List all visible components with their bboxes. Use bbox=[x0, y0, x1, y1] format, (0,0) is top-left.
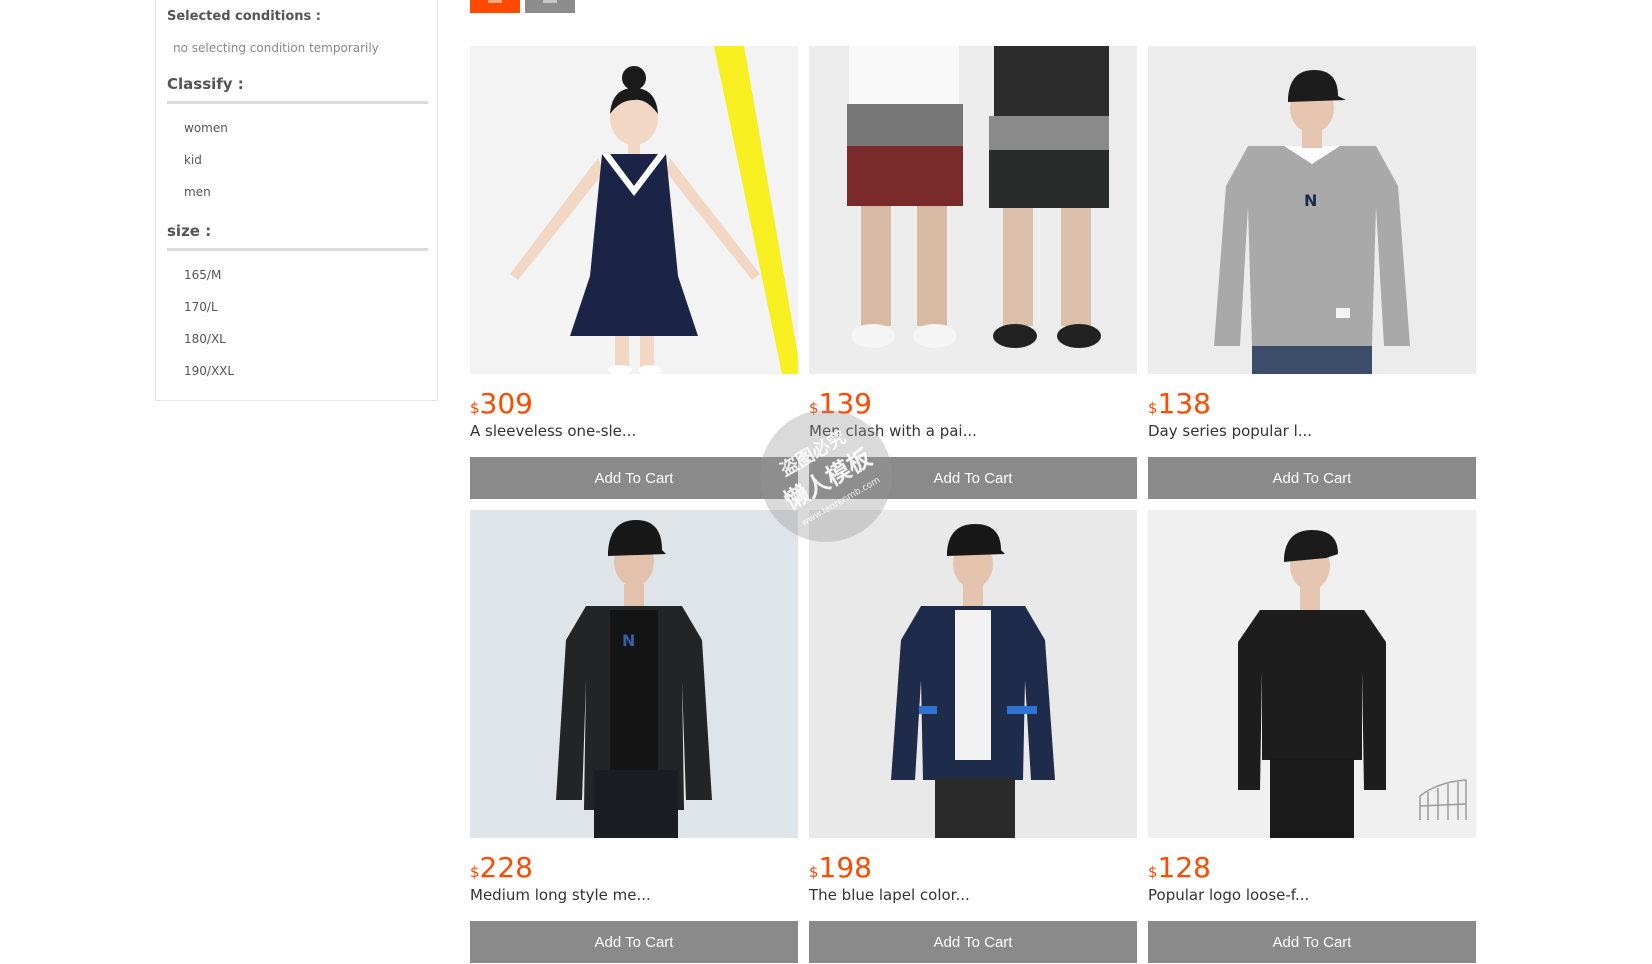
product-image-girl-dress[interactable] bbox=[470, 46, 798, 374]
classify-option-men[interactable]: men bbox=[184, 185, 211, 199]
sort-button-secondary[interactable] bbox=[525, 0, 575, 13]
add-to-cart-button[interactable]: Add To Cart bbox=[470, 457, 798, 499]
currency-symbol: $ bbox=[470, 863, 480, 881]
size-option-180xl[interactable]: 180/XL bbox=[184, 332, 226, 346]
filter-sidebar: Selected conditions : no selecting condi… bbox=[155, 0, 438, 401]
product-image-black-jacket[interactable]: N bbox=[470, 510, 798, 838]
currency-symbol: $ bbox=[1148, 399, 1158, 417]
product-price: $128 bbox=[1148, 851, 1211, 884]
price-value: 138 bbox=[1157, 387, 1211, 420]
sort-icon bbox=[543, 0, 557, 3]
add-to-cart-button[interactable]: Add To Cart bbox=[809, 457, 1137, 499]
currency-symbol: $ bbox=[470, 399, 480, 417]
svg-text:N: N bbox=[622, 631, 635, 650]
add-to-cart-button[interactable]: Add To Cart bbox=[1148, 457, 1476, 499]
size-title: size : bbox=[167, 222, 212, 240]
price-value: 309 bbox=[479, 387, 533, 420]
product-name[interactable]: A sleeveless one-sle... bbox=[470, 422, 636, 440]
product-name[interactable]: Popular logo loose-f... bbox=[1148, 886, 1309, 904]
classify-divider bbox=[167, 101, 428, 104]
product-price: $138 bbox=[1148, 387, 1211, 420]
product-price: $198 bbox=[809, 851, 872, 884]
classify-option-kid[interactable]: kid bbox=[184, 153, 202, 167]
product-name[interactable]: The blue lapel color... bbox=[809, 886, 970, 904]
svg-text:N: N bbox=[1304, 191, 1317, 210]
classify-option-women[interactable]: women bbox=[184, 121, 228, 135]
currency-symbol: $ bbox=[1148, 863, 1158, 881]
price-value: 198 bbox=[818, 851, 872, 884]
product-image-couple-shorts[interactable] bbox=[809, 46, 1137, 374]
add-to-cart-button[interactable]: Add To Cart bbox=[809, 921, 1137, 963]
add-to-cart-button[interactable]: Add To Cart bbox=[470, 921, 798, 963]
product-image-black-tee[interactable] bbox=[1148, 510, 1476, 838]
price-value: 228 bbox=[479, 851, 533, 884]
product-price: $228 bbox=[470, 851, 533, 884]
selected-conditions-empty: no selecting condition temporarily bbox=[173, 41, 379, 55]
product-name[interactable]: Men clash with a pai... bbox=[809, 422, 977, 440]
size-option-170l[interactable]: 170/L bbox=[184, 300, 218, 314]
currency-symbol: $ bbox=[809, 399, 819, 417]
classify-title: Classify : bbox=[167, 75, 244, 93]
product-image-navy-jacket[interactable] bbox=[809, 510, 1137, 838]
price-value: 128 bbox=[1157, 851, 1211, 884]
selected-conditions-title: Selected conditions : bbox=[167, 9, 321, 24]
product-image-grey-sweatshirt[interactable]: N bbox=[1148, 46, 1476, 374]
product-price: $139 bbox=[809, 387, 872, 420]
sort-button-primary[interactable] bbox=[470, 0, 520, 13]
size-option-165m[interactable]: 165/M bbox=[184, 268, 221, 282]
add-to-cart-button[interactable]: Add To Cart bbox=[1148, 921, 1476, 963]
sort-icon bbox=[488, 0, 502, 3]
product-name[interactable]: Day series popular l... bbox=[1148, 422, 1312, 440]
product-name[interactable]: Medium long style me... bbox=[470, 886, 651, 904]
size-divider bbox=[167, 248, 428, 251]
size-option-190xxl[interactable]: 190/XXL bbox=[184, 364, 234, 378]
price-value: 139 bbox=[818, 387, 872, 420]
currency-symbol: $ bbox=[809, 863, 819, 881]
product-price: $309 bbox=[470, 387, 533, 420]
